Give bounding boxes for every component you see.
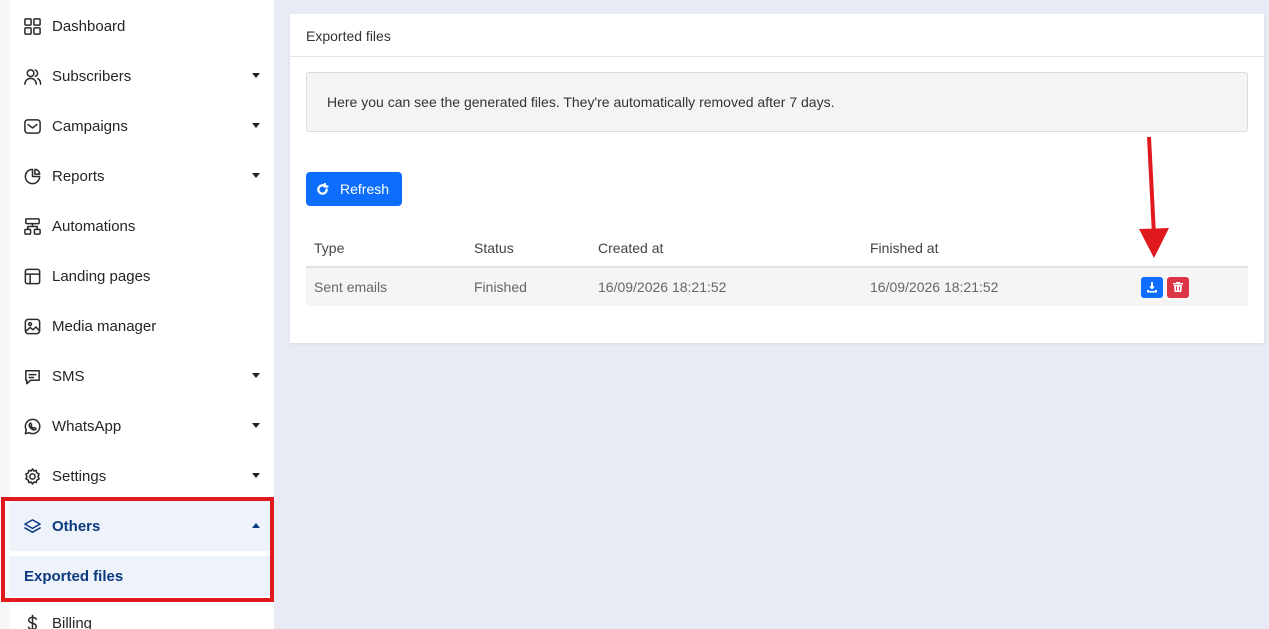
refresh-icon [316,182,330,196]
refresh-button-label: Refresh [340,181,390,197]
row-actions [1141,276,1189,298]
sidebar-subitem-label: Exported files [24,567,124,585]
mail-icon [22,116,42,136]
sidebar-item-label: SMS [52,367,85,385]
sidebar-item-label: Automations [52,217,136,235]
sidebar-item-sms[interactable]: SMS [10,351,274,401]
users-icon [22,66,42,86]
chevron-down-icon [252,373,260,378]
sidebar-item-label: Campaigns [52,117,128,135]
card-title: Exported files [290,14,1264,57]
chevron-down-icon [252,73,260,78]
column-header-finished-at: Finished at [870,239,939,256]
sidebar-item-settings[interactable]: Settings [10,451,274,501]
sidebar-item-label: Billing [52,614,93,629]
layers-icon [22,516,42,536]
sidebar-subitem-exported-files[interactable]: Exported files [10,556,270,596]
info-alert: Here you can see the generated files. Th… [306,72,1248,132]
cell-status: Finished [474,279,527,295]
sidebar-item-subscribers[interactable]: Subscribers [10,51,274,101]
cell-finished-at: 16/09/2026 18:21:52 [870,279,999,295]
image-icon [22,316,42,336]
sidebar-item-reports[interactable]: Reports [10,151,274,201]
sidebar-item-whatsapp[interactable]: WhatsApp [10,401,274,451]
sidebar-item-campaigns[interactable]: Campaigns [10,101,274,151]
sidebar-item-label: Settings [52,467,107,485]
sidebar-item-dashboard[interactable]: Dashboard [10,1,274,51]
sidebar-item-label: Media manager [52,317,157,335]
cell-created-at: 16/09/2026 18:21:52 [598,279,727,295]
chevron-down-icon [252,123,260,128]
chevron-up-icon [252,523,260,528]
column-header-created-at: Created at [598,239,664,256]
sidebar-item-label: Others [52,517,101,535]
dashboard-icon [22,16,42,36]
message-icon [22,366,42,386]
sidebar-item-others[interactable]: Others [10,501,274,551]
table-row: Sent emails Finished 16/09/2026 18:21:52… [306,268,1248,306]
table-header-row: Type Status Created at Finished at [306,229,1248,268]
column-header-status: Status [474,239,514,256]
refresh-button[interactable]: Refresh [306,172,402,206]
sidebar-item-automations[interactable]: Automations [10,201,274,251]
sitemap-icon [22,216,42,236]
pie-chart-icon [22,166,42,186]
exported-files-card: Exported files Here you can see the gene… [290,14,1264,343]
download-button[interactable] [1141,276,1163,298]
sidebar-item-label: WhatsApp [52,417,122,435]
trash-icon [1173,282,1183,292]
download-icon [1147,282,1157,293]
exported-files-table: Type Status Created at Finished at Sent … [306,229,1248,306]
chevron-down-icon [252,173,260,178]
column-header-type: Type [314,239,345,256]
chevron-down-icon [252,473,260,478]
sidebar-item-media-manager[interactable]: Media manager [10,301,274,351]
sidebar-item-landing-pages[interactable]: Landing pages [10,251,274,301]
gear-icon [22,466,42,486]
sidebar-item-label: Reports [52,167,105,185]
sidebar: Dashboard Subscribers Campaigns Reports … [0,0,274,629]
layout-icon [22,266,42,286]
sidebar-item-label: Landing pages [52,267,151,285]
chevron-down-icon [252,423,260,428]
sidebar-item-label: Subscribers [52,67,132,85]
whatsapp-icon [22,416,42,436]
sidebar-item-label: Dashboard [52,17,126,35]
sidebar-item-billing[interactable]: Billing [10,598,274,629]
dollar-icon [22,613,42,629]
delete-button[interactable] [1167,276,1189,298]
cell-type: Sent emails [314,279,388,295]
